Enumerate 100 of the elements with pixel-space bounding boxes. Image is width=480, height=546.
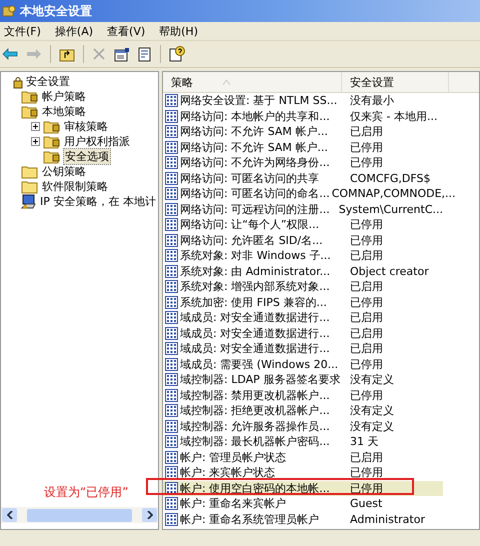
- left-chevron-icon: [6, 511, 12, 519]
- expand-icon[interactable]: [31, 122, 40, 131]
- policy-name[interactable]: 网络访问: 不允许 SAM 帐户...: [180, 124, 348, 140]
- tree-item[interactable]: IP 安全策略，在 本地计: [39, 194, 157, 209]
- policy-setting: 已启用: [349, 124, 383, 140]
- policy-icon: [165, 404, 178, 418]
- back-arrow-icon[interactable]: [2, 48, 18, 60]
- folder-icon: [21, 164, 39, 179]
- help-icon[interactable]: [169, 46, 185, 62]
- policy-setting: 仅来宾 - 本地用...: [349, 108, 438, 124]
- policy-name[interactable]: 系统对象: 对非 Windows 子...: [180, 248, 348, 264]
- tree-item[interactable]: 安全设置: [25, 74, 71, 89]
- policy-name[interactable]: 帐户: 重命名系统管理员帐户: [180, 512, 348, 527]
- policy-name[interactable]: 网络访问: 本地帐户的共享和...: [180, 108, 348, 124]
- menu-item[interactable]: 文件(F): [4, 24, 41, 38]
- computer-icon: [21, 194, 37, 210]
- policy-setting: COMCFG,DFS$: [349, 172, 430, 185]
- policy-icon: [165, 94, 178, 108]
- scroll-left-button[interactable]: [2, 508, 17, 522]
- tree-item[interactable]: 公钥策略: [41, 164, 87, 179]
- policy-icon: [165, 296, 178, 309]
- policy-setting: 已停用: [349, 232, 383, 248]
- app-icon: [2, 4, 16, 18]
- policy-name[interactable]: 网络安全设置: 基于 NTLM SS...: [180, 93, 348, 108]
- policy-name[interactable]: 域控制器: LDAP 服务器签名要求: [180, 372, 348, 388]
- tree-item[interactable]: 审核策略: [63, 119, 109, 134]
- expand-icon[interactable]: [31, 137, 40, 146]
- policy-setting: 已停用: [349, 217, 383, 232]
- policy-name[interactable]: 网络访问: 不允许 SAM 帐户...: [180, 140, 348, 155]
- tree-item[interactable]: 本地策略: [41, 104, 87, 119]
- policy-icon: [165, 466, 178, 480]
- policy-name[interactable]: 网络访问: 允许匿名 SID/名...: [180, 232, 348, 248]
- policy-setting: 已停用: [349, 140, 383, 155]
- column-header[interactable]: 安全设置: [342, 72, 449, 92]
- tree-item[interactable]: 安全选项: [63, 148, 111, 165]
- policy-setting: Guest: [349, 497, 382, 510]
- policy-icon: [165, 388, 178, 402]
- policy-name[interactable]: 域成员: 需要强 (Windows 20...: [180, 356, 348, 372]
- tree-item[interactable]: 用户权利指派: [63, 134, 131, 149]
- window-title: 本地安全设置: [20, 2, 92, 20]
- policy-icon: [165, 311, 178, 324]
- policy-icon: [165, 234, 178, 247]
- menu-item[interactable]: 帮助(H): [159, 24, 198, 38]
- folder-icon: [21, 179, 39, 194]
- up-folder-icon[interactable]: [59, 46, 75, 62]
- policy-name[interactable]: 帐户: 管理员帐户状态: [180, 450, 348, 465]
- right-chevron-icon: [146, 511, 152, 519]
- export-list-icon[interactable]: [138, 46, 152, 62]
- properties-icon[interactable]: [114, 46, 130, 62]
- policy-setting: COMNAP,COMNODE,...: [330, 187, 456, 200]
- policy-setting: 已启用: [349, 326, 383, 341]
- policy-setting: 没有定义: [349, 418, 394, 434]
- policy-setting: 已启用: [349, 450, 383, 465]
- policy-icon: [165, 125, 178, 138]
- tree-item[interactable]: 软件限制策略: [41, 179, 109, 194]
- policy-name[interactable]: 网络访问: 让“每个人”权限...: [180, 217, 348, 232]
- policy-name[interactable]: 网络访问: 可远程访问的注册...: [180, 202, 337, 217]
- policy-icon: [165, 326, 178, 340]
- lock-icon: [13, 74, 23, 88]
- policy-icon: [165, 342, 178, 356]
- policy-setting: Object creator: [349, 264, 429, 278]
- policy-icon: [165, 110, 178, 123]
- policy-name[interactable]: 域成员: 对安全通道数据进行...: [180, 326, 348, 341]
- policy-setting: 没有定义: [349, 403, 394, 418]
- policy-name[interactable]: 域控制器: 拒绝更改机器帐户...: [180, 403, 348, 418]
- policy-name[interactable]: 网络访问: 不允许为网络身份...: [180, 155, 348, 170]
- locked-folder-icon: [21, 89, 39, 104]
- column-header[interactable]: 策略: [163, 72, 342, 92]
- policy-name[interactable]: 系统对象: 由 Administrator...: [180, 264, 348, 279]
- policy-name[interactable]: 域成员: 对安全通道数据进行...: [180, 341, 348, 356]
- policy-icon: [165, 373, 178, 386]
- policy-name[interactable]: 域控制器: 最长机器帐户密码...: [180, 434, 348, 450]
- horizontal-scrollbar[interactable]: [1, 507, 158, 523]
- locked-folder-icon: [43, 134, 61, 149]
- policy-name[interactable]: 域成员: 对安全通道数据进行...: [180, 310, 348, 326]
- policy-setting: 31 天: [349, 434, 378, 450]
- policy-name[interactable]: 系统对象: 增强内部系统对象...: [180, 279, 348, 294]
- policy-name[interactable]: 网络访问: 可匿名访问的命名...: [180, 186, 330, 202]
- policy-icon: [165, 280, 178, 294]
- menu-item[interactable]: 操作(A): [54, 24, 94, 38]
- policy-setting: 已停用: [349, 155, 383, 170]
- policy-icon: [165, 482, 178, 495]
- policy-setting: 已停用: [349, 465, 383, 480]
- policy-icon: [165, 450, 178, 464]
- policy-name[interactable]: 系统加密: 使用 FIPS 兼容的...: [180, 294, 348, 310]
- policy-name[interactable]: 帐户: 重命名来宾帐户: [180, 496, 348, 512]
- policy-icon: [165, 512, 178, 526]
- tree-item[interactable]: 帐户策略: [41, 89, 87, 104]
- policy-name[interactable]: 域控制器: 禁用更改机器帐户...: [180, 388, 348, 403]
- policy-icon: [165, 497, 178, 510]
- menu-item[interactable]: 查看(V): [107, 24, 146, 38]
- policy-icon: [165, 187, 178, 200]
- policy-icon: [165, 420, 178, 433]
- scroll-right-button[interactable]: [142, 508, 157, 522]
- policy-name[interactable]: 帐户: 来宾帐户状态: [180, 465, 348, 480]
- policy-name[interactable]: 域控制器: 允许服务器操作员...: [180, 418, 348, 434]
- policy-name[interactable]: 网络访问: 可匿名访问的共享: [180, 170, 348, 186]
- policy-setting: 已启用: [349, 279, 383, 294]
- scroll-thumb[interactable]: [27, 508, 132, 522]
- policy-setting: 已停用: [349, 294, 383, 310]
